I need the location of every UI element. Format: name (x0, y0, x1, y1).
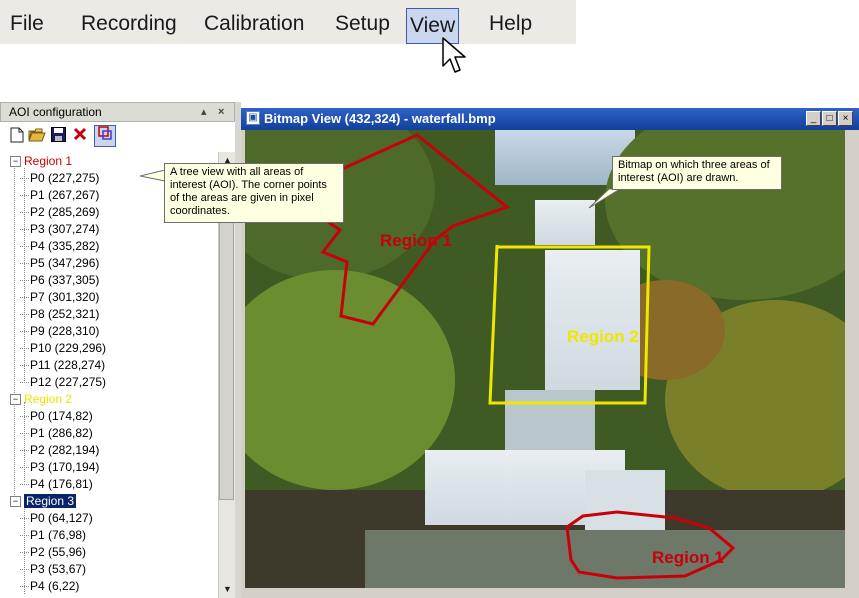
tree-point[interactable]: P1 (286,82) (20, 424, 93, 442)
tree-point[interactable]: P1 (76,98) (19, 526, 86, 544)
tree-region-label: Region 3 (24, 494, 77, 508)
menu-setup[interactable]: Setup (335, 12, 390, 36)
bitmap-window-title: Bitmap View (432,324) - waterfall.bmp (264, 111, 496, 126)
waterfall-lower-right (585, 470, 665, 530)
pin-icon[interactable]: ▴ (201, 103, 207, 121)
tree-point[interactable]: P1 (267,267) (19, 186, 99, 204)
tree-point[interactable]: P0 (64,127) (20, 509, 93, 527)
region-tool-icon[interactable] (94, 125, 116, 147)
menu-bar: File Recording Calibration Setup View He… (0, 0, 576, 44)
delete-x-icon[interactable] (70, 127, 90, 147)
bitmap-callout: Bitmap on which three areas of interest … (612, 156, 782, 190)
tree-point[interactable]: P2 (55,96) (19, 543, 86, 561)
tree-point[interactable]: P0 (174,82) (20, 407, 93, 425)
tree-connector-line (24, 402, 25, 482)
menu-file[interactable]: File (10, 12, 44, 36)
tree-connector-line (24, 168, 25, 383)
aoi-toolbar (0, 122, 237, 152)
collapse-icon[interactable]: − (10, 394, 21, 406)
tree-region-3[interactable]: − Region 3 (10, 492, 77, 510)
waterfall-middle (545, 250, 640, 390)
region-2-label: Region 2 (567, 327, 639, 346)
tree-point[interactable]: P4 (6,22) (19, 577, 79, 595)
tree-point[interactable]: P6 (337,305) (19, 271, 99, 289)
tree-point[interactable]: P7 (301,320) (19, 288, 99, 306)
tree-region-1[interactable]: − Region 1 (10, 152, 72, 170)
tree-connector-line (14, 165, 15, 503)
tree-callout: A tree view with all areas of interest (… (164, 163, 344, 223)
bitmap-window-icon: ▣ (246, 111, 260, 125)
tree-point[interactable]: P9 (228,310) (19, 322, 99, 340)
tree-point[interactable]: P8 (252,321) (19, 305, 99, 323)
aoi-panel-title: AOI configuration (9, 105, 102, 119)
tree-point[interactable]: P10 (229,296) (19, 339, 106, 357)
waterfall-cascade (505, 390, 595, 450)
tree-point[interactable]: P0 (227,275) (19, 169, 99, 187)
tree-region-label: Region 2 (24, 392, 73, 406)
tree-point[interactable]: P2 (282,194) (19, 441, 99, 459)
tree-point[interactable]: P2 (285,269) (19, 203, 99, 221)
tree-point[interactable]: P4 (335,282) (19, 237, 99, 255)
menu-calibration[interactable]: Calibration (204, 12, 304, 36)
pool (365, 530, 845, 588)
save-disk-icon[interactable] (48, 127, 68, 147)
mouse-pointer-icon (442, 37, 466, 73)
tree-region-2[interactable]: − Region 2 (10, 390, 72, 408)
scroll-down-icon[interactable]: ▼ (219, 581, 236, 598)
menu-recording[interactable]: Recording (81, 12, 177, 36)
tree-point[interactable]: P3 (53,67) (19, 560, 86, 578)
region-1-top-label: Region 1 (380, 231, 452, 250)
callout-pointer (588, 188, 622, 209)
region-1-bottom-label: Region 1 (652, 548, 724, 567)
tree-region-label: Region 1 (24, 154, 73, 168)
open-folder-icon[interactable] (27, 127, 47, 147)
collapse-icon[interactable]: − (10, 496, 21, 508)
aoi-panel-header: AOI configuration ▴ × (0, 102, 235, 122)
menu-help[interactable]: Help (489, 12, 532, 36)
maximize-icon[interactable]: □ (822, 111, 837, 126)
panel-close-icon[interactable]: × (218, 103, 224, 121)
tree-point[interactable]: P3 (307,274) (19, 220, 99, 238)
waterfall-upper (535, 200, 595, 245)
new-file-icon[interactable] (7, 127, 27, 147)
tree-point[interactable]: P11 (228,274) (19, 356, 105, 374)
tree-point[interactable]: P4 (176,81) (20, 475, 93, 493)
close-icon[interactable]: × (838, 111, 853, 126)
minimize-icon[interactable]: _ (806, 111, 821, 126)
tree-point[interactable]: P5 (347,296) (19, 254, 99, 272)
tree-point[interactable]: P3 (170,194) (19, 458, 99, 476)
collapse-icon[interactable]: − (10, 156, 21, 168)
tree-point[interactable]: P12 (227,275) (19, 373, 106, 391)
